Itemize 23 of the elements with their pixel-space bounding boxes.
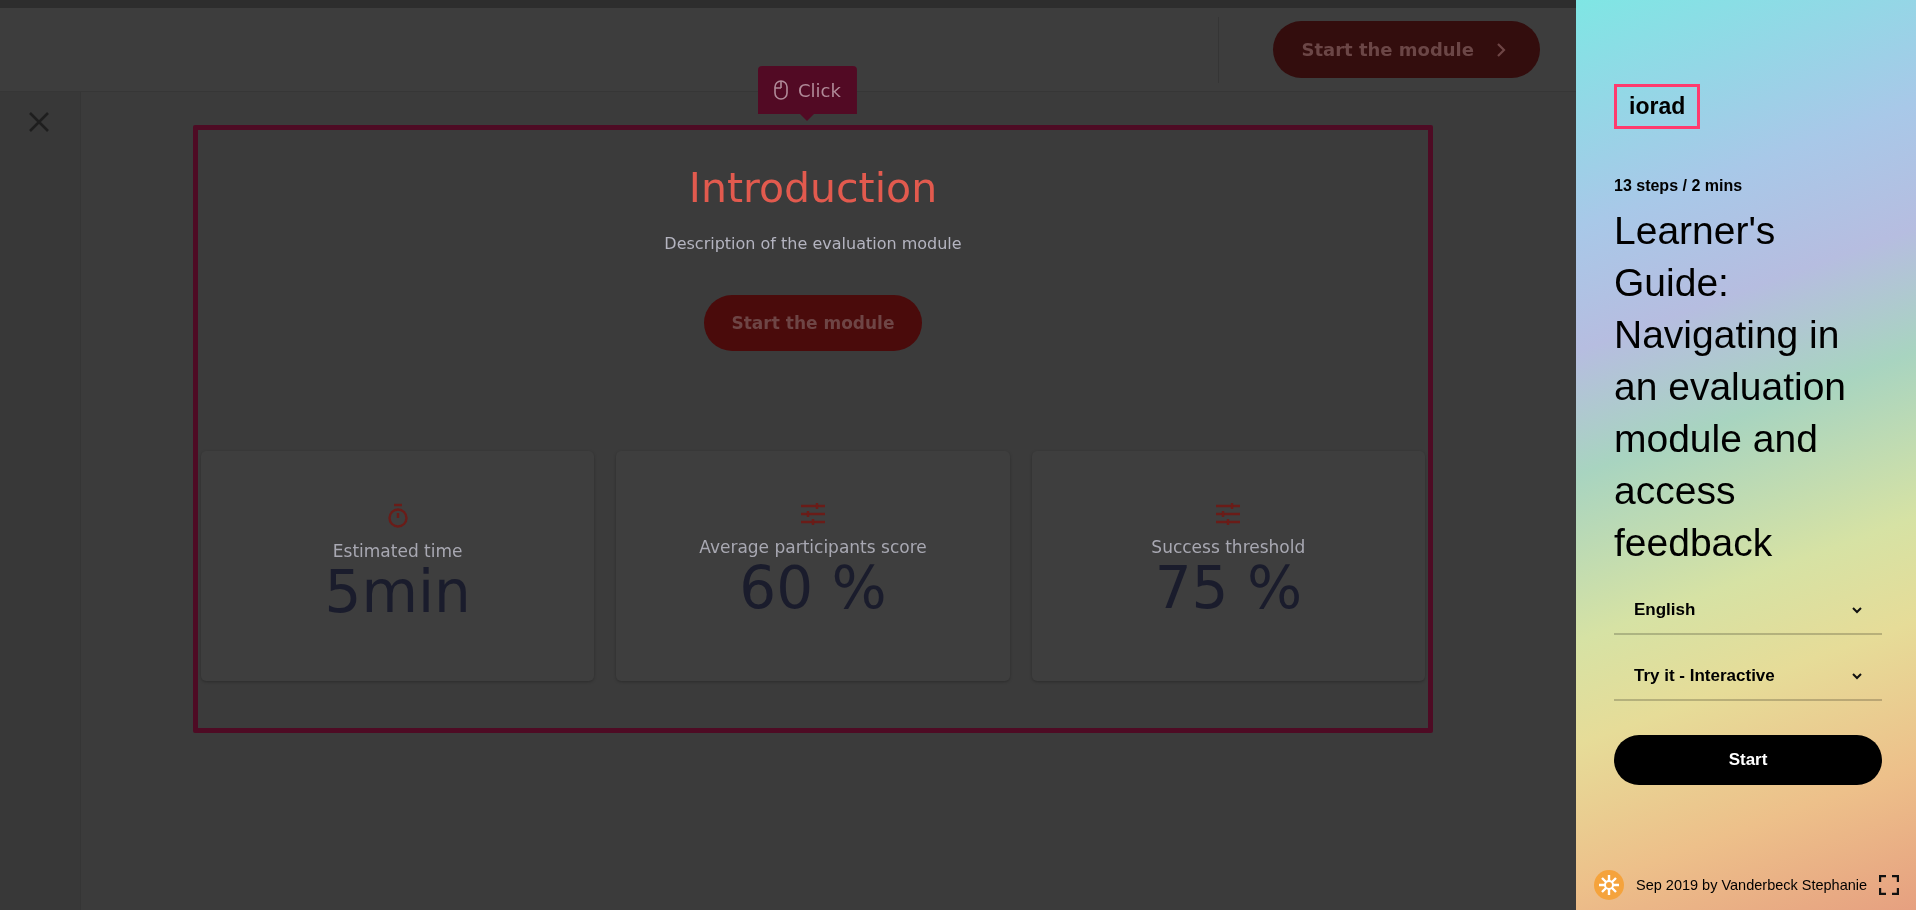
stat-label: Estimated time (332, 541, 463, 561)
stopwatch-icon (385, 503, 410, 529)
chevron-right-icon (1496, 41, 1506, 58)
guide-title: Learner's Guide: Navigating in an evaluation module and access feedback (1614, 208, 1848, 566)
iorad-logo: iorad (1614, 84, 1701, 129)
dropdown[interactable]: English (1614, 587, 1882, 635)
module-title: Introduction (688, 164, 938, 212)
dropdown[interactable]: Try it - Interactive (1614, 653, 1882, 701)
start-button[interactable]: Start (1614, 735, 1882, 785)
stat-label: Average participants score (699, 537, 927, 557)
author-line: Sep 2019 by Vanderbeck Stephanie (1636, 877, 1868, 893)
fullscreen-icon[interactable] (1879, 875, 1900, 895)
stat-label: Success threshold (1151, 537, 1306, 557)
tooltip-label: Click (798, 79, 841, 101)
mouse-icon (774, 80, 788, 100)
chevron-down-icon (1852, 672, 1862, 680)
sliders-icon (1215, 503, 1242, 525)
chevron-down-icon (1852, 606, 1862, 614)
module-description: Description of the evaluation module (664, 234, 962, 253)
tooltip-pointer (800, 114, 815, 121)
guide-meta: 13 steps / 2 mins (1614, 177, 1744, 195)
sliders-icon (800, 503, 826, 525)
author-avatar-icon (1594, 870, 1624, 900)
